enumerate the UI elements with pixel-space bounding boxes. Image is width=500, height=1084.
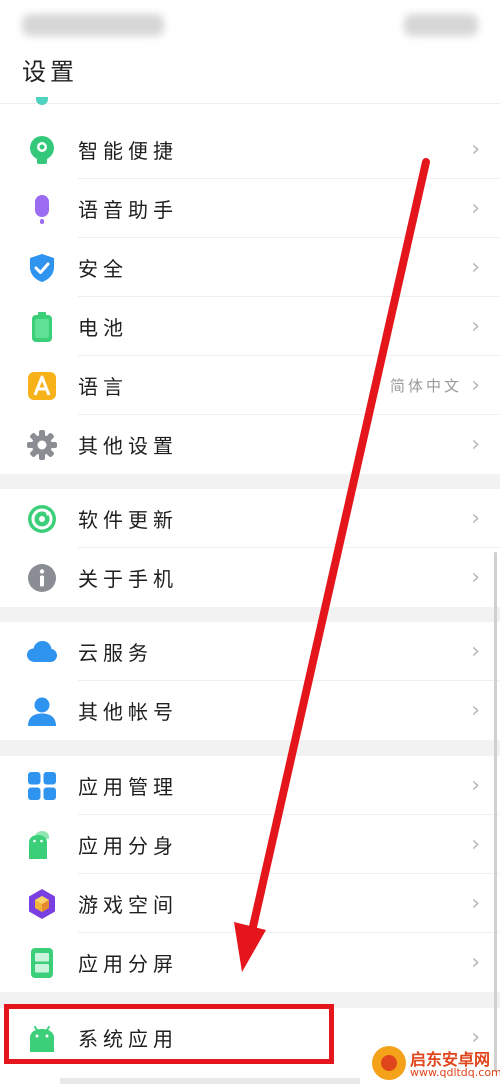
row-label: 应用管理 [78, 775, 178, 799]
header-divider [0, 103, 500, 104]
chevron-right-icon: › [471, 639, 480, 664]
shield-icon [26, 252, 58, 284]
row-label: 应用分屏 [78, 952, 178, 976]
row-label: 智能便捷 [78, 139, 178, 163]
row-label: 语音助手 [78, 198, 178, 222]
row-label: 电池 [78, 316, 128, 340]
chevron-right-icon: › [471, 373, 480, 398]
battery-icon [26, 311, 58, 343]
chevron-right-icon: › [471, 255, 480, 280]
info-icon [26, 562, 58, 594]
row-about-phone[interactable]: 关于手机 › [0, 548, 500, 607]
row-other-settings[interactable]: 其他设置 › [0, 415, 500, 474]
cloud-icon [26, 636, 58, 668]
row-label: 软件更新 [78, 508, 178, 532]
chevron-right-icon: › [471, 950, 480, 975]
section-gap [0, 474, 500, 489]
smart-assist-icon [26, 134, 58, 166]
row-app-clone[interactable]: 应用分身 › [0, 815, 500, 874]
chevron-right-icon: › [471, 506, 480, 531]
row-software-update[interactable]: 软件更新 › [0, 489, 500, 548]
chevron-right-icon: › [471, 832, 480, 857]
row-split-screen[interactable]: 应用分屏 › [0, 933, 500, 992]
row-battery[interactable]: 电池 › [0, 297, 500, 356]
status-icons-blur [404, 14, 478, 36]
chevron-right-icon: › [471, 773, 480, 798]
row-cloud-service[interactable]: 云服务 › [0, 622, 500, 681]
row-voice[interactable]: 语音助手 › [0, 179, 500, 238]
row-security[interactable]: 安全 › [0, 238, 500, 297]
chevron-right-icon: › [471, 565, 480, 590]
language-value: 简体中文 [389, 377, 462, 395]
status-time-blur [22, 14, 164, 36]
gear-icon [26, 429, 58, 461]
row-other-accounts[interactable]: 其他帐号 › [0, 681, 500, 740]
watermark-logo-icon [372, 1046, 406, 1080]
row-game-space[interactable]: 游戏空间 › [0, 874, 500, 933]
row-label: 语言 [78, 375, 128, 399]
section-gap [0, 607, 500, 622]
android-clone-icon [26, 829, 58, 861]
chevron-right-icon: › [471, 137, 480, 162]
bottom-strip [60, 1078, 360, 1084]
row-label: 关于手机 [78, 567, 178, 591]
update-icon [26, 503, 58, 535]
status-bar [0, 0, 500, 50]
row-label: 其他帐号 [78, 700, 178, 724]
watermark-url: www.qdltdq.com [410, 1066, 500, 1079]
row-smart[interactable]: 智能便捷 › [0, 120, 500, 179]
page-title: 设置 [22, 58, 78, 86]
row-label: 游戏空间 [78, 893, 178, 917]
language-icon [26, 370, 58, 402]
chevron-right-icon: › [471, 314, 480, 339]
row-app-management[interactable]: 应用管理 › [0, 756, 500, 815]
user-icon [26, 695, 58, 727]
row-language[interactable]: 语言 简体中文 › [0, 356, 500, 415]
chevron-right-icon: › [471, 698, 480, 723]
watermark: 启东安卓网 www.qdltdq.com [372, 1044, 500, 1084]
row-label: 云服务 [78, 641, 153, 665]
row-label: 应用分身 [78, 834, 178, 858]
split-screen-icon [26, 947, 58, 979]
chevron-right-icon: › [471, 432, 480, 457]
game-cube-icon [26, 888, 58, 920]
annotation-highlight-box [4, 1004, 334, 1064]
row-label: 安全 [78, 257, 128, 281]
microphone-icon [26, 193, 58, 225]
section-gap [0, 740, 500, 756]
chevron-right-icon: › [471, 891, 480, 916]
row-label: 其他设置 [78, 434, 178, 458]
app-grid-icon [26, 770, 58, 802]
scrollbar[interactable] [494, 552, 497, 1072]
chevron-right-icon: › [471, 196, 480, 221]
